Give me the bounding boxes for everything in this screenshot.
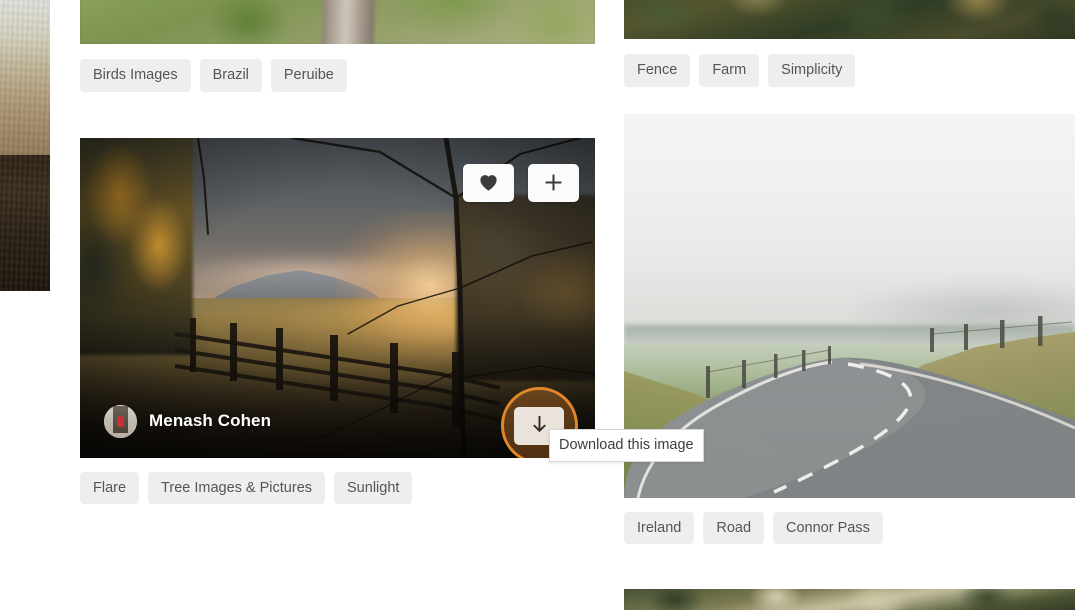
masonry-column-left: Birds Images Brazil Peruibe (80, 0, 595, 504)
tag-brazil[interactable]: Brazil (200, 59, 262, 92)
download-tooltip: Download this image (549, 429, 704, 462)
masonry-column-right: Fence Farm Simplicity (624, 0, 1075, 610)
avatar-person (117, 416, 124, 427)
tag-road[interactable]: Road (703, 512, 764, 545)
tag-row-birds: Birds Images Brazil Peruibe (80, 59, 595, 92)
download-arrow-icon (530, 415, 549, 436)
tag-sunlight[interactable]: Sunlight (334, 472, 412, 505)
author-name: Menash Cohen (149, 411, 271, 431)
photo-card-birds: Birds Images Brazil Peruibe (80, 0, 595, 92)
avatar[interactable] (104, 405, 137, 438)
photo-author[interactable]: Menash Cohen (104, 405, 271, 438)
tag-simplicity[interactable]: Simplicity (768, 54, 855, 87)
tree-trunk-layer (320, 0, 375, 44)
tag-row-flare: Flare Tree Images & Pictures Sunlight (80, 472, 595, 505)
photo-card-flare: Menash Cohen Flare Tree Images & Picture… (80, 138, 595, 505)
tag-peruibe[interactable]: Peruibe (271, 59, 347, 92)
tag-connor-pass[interactable]: Connor Pass (773, 512, 883, 545)
tag-birds-images[interactable]: Birds Images (80, 59, 191, 92)
tag-flare[interactable]: Flare (80, 472, 139, 505)
tag-fence[interactable]: Fence (624, 54, 690, 87)
add-to-collection-button[interactable] (528, 164, 579, 202)
grass-layer (624, 0, 1075, 39)
photo-bottom-partial[interactable] (624, 589, 1075, 610)
grass-layer (624, 589, 1075, 610)
photo-fence-farm-simplicity[interactable] (624, 0, 1075, 39)
photo-card-ireland: Ireland Road Connor Pass (624, 114, 1075, 545)
like-button[interactable] (463, 164, 514, 202)
tag-ireland[interactable]: Ireland (624, 512, 694, 545)
photo-card-fence: Fence Farm Simplicity (624, 0, 1075, 87)
plus-icon (544, 173, 563, 192)
tag-row-ireland: Ireland Road Connor Pass (624, 512, 1075, 545)
tag-farm[interactable]: Farm (699, 54, 759, 87)
tag-tree-images-pictures[interactable]: Tree Images & Pictures (148, 472, 325, 505)
photo-flare-tree-sunlight[interactable]: Menash Cohen (80, 138, 595, 458)
photo-card-bottom-partial (624, 589, 1075, 610)
edge-photo-texture (0, 0, 50, 291)
heart-icon (479, 174, 498, 191)
tag-row-fence: Fence Farm Simplicity (624, 54, 1075, 87)
photo-birds-brazil-peruibe[interactable] (80, 0, 595, 44)
photo-action-buttons (463, 164, 579, 202)
photo-left-edge-partial[interactable] (0, 0, 50, 291)
photo-grid-page: Birds Images Brazil Peruibe (0, 0, 1075, 601)
